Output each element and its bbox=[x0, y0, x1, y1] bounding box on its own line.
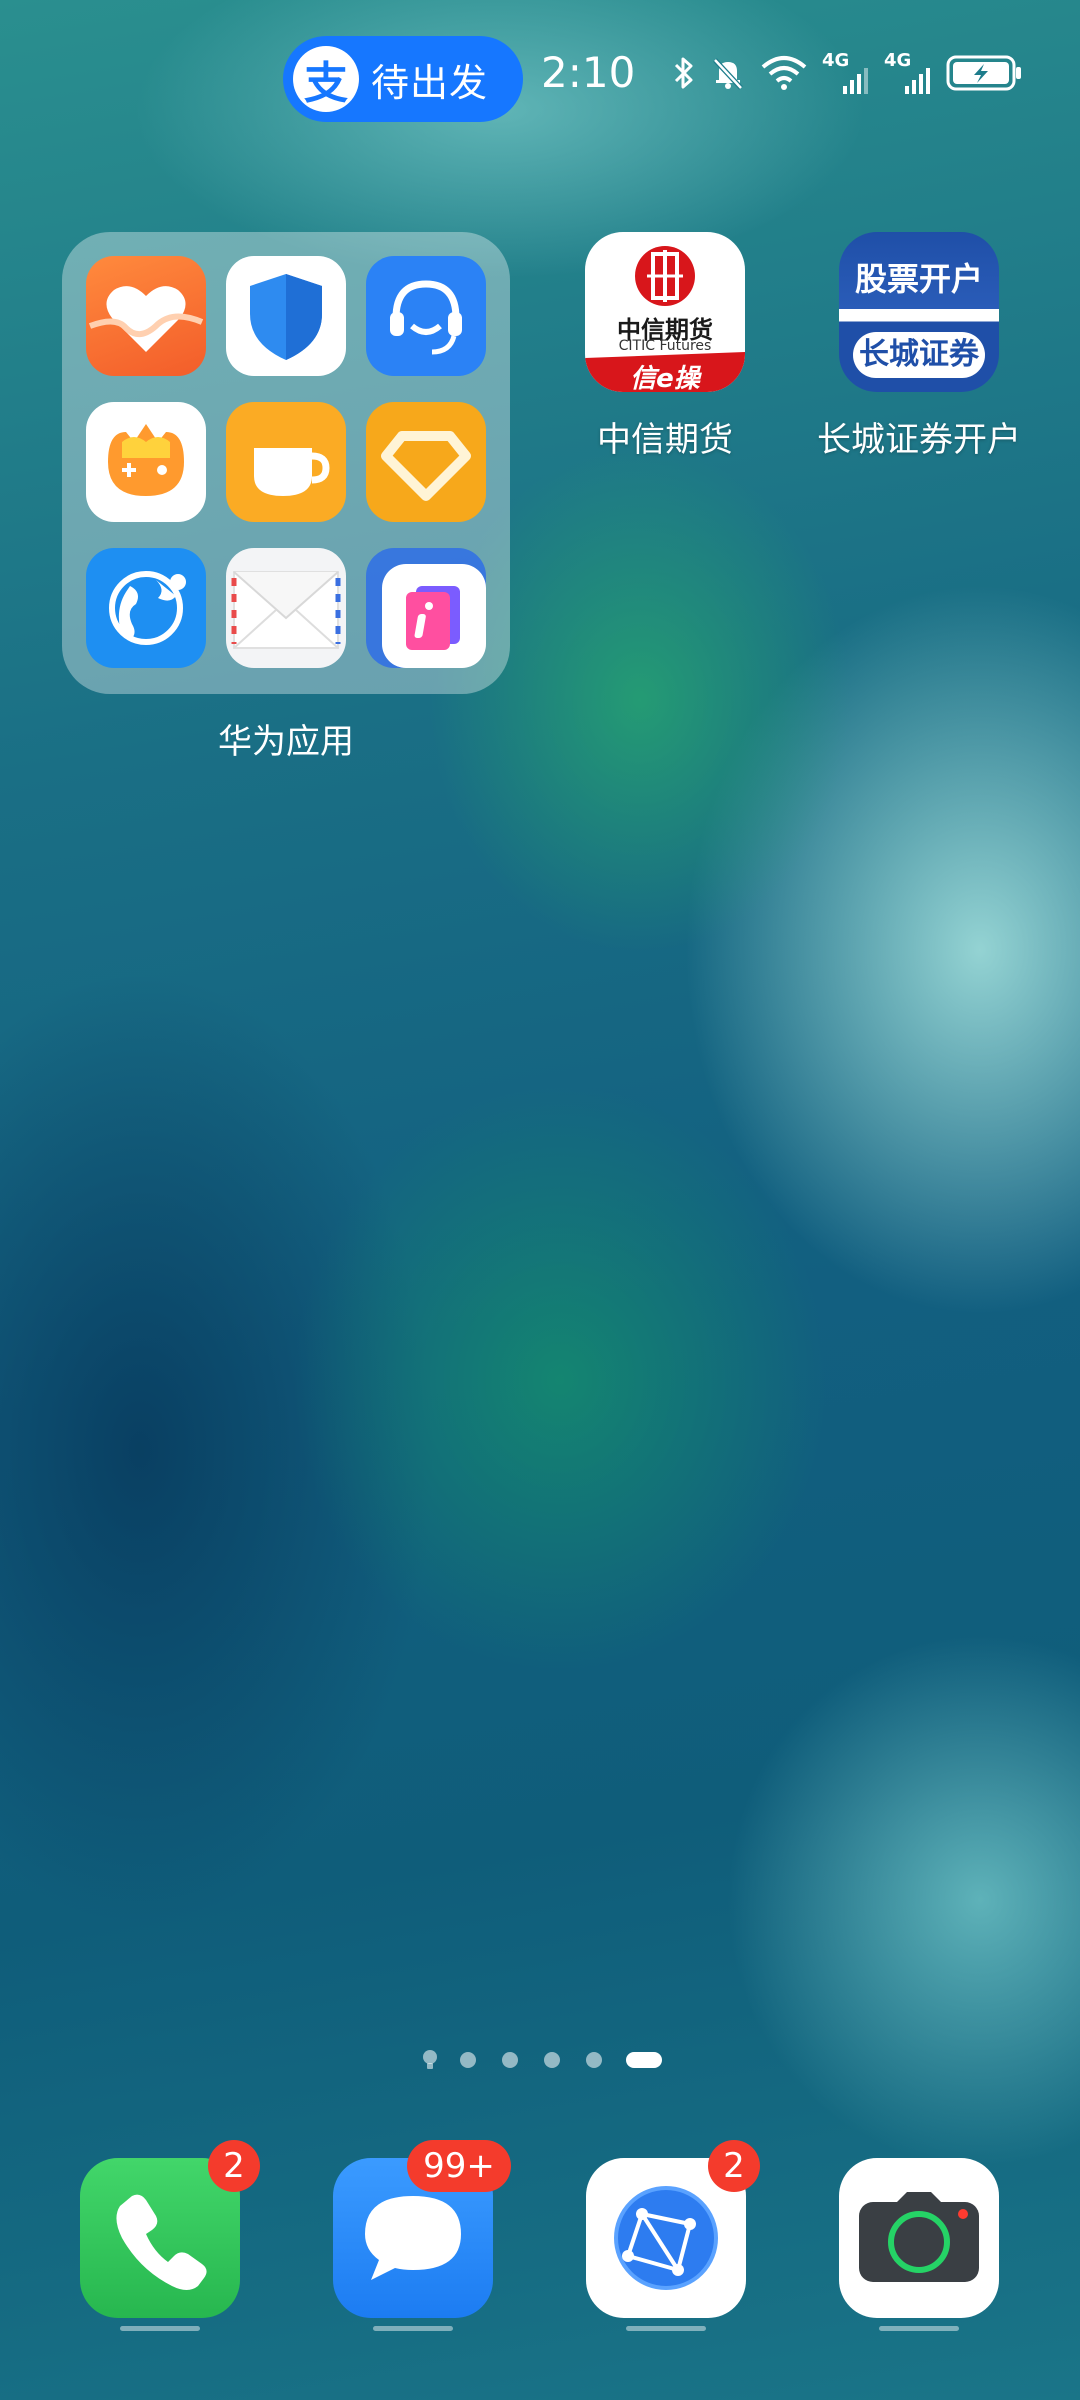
dock-indicator bbox=[626, 2326, 706, 2331]
alipay-live-activity-pill[interactable]: 支 待出发 bbox=[283, 36, 523, 122]
page-dot-home-icon[interactable] bbox=[421, 2048, 439, 2072]
network-2: 4G bbox=[884, 50, 932, 96]
customer-service-icon[interactable] bbox=[366, 256, 486, 376]
app-label: 长城证券开户 bbox=[817, 420, 1021, 460]
app-great-wall-securities[interactable]: 股票开户 长城证券 长城证券开户 bbox=[817, 232, 1021, 461]
page-indicator[interactable] bbox=[0, 2048, 1080, 2072]
citic-futures-icon: 中信期货 CITIC Futures 信e操 bbox=[585, 232, 745, 392]
notification-badge: 2 bbox=[708, 2140, 760, 2192]
notification-badge: 2 bbox=[208, 2140, 260, 2192]
status-bar: 支 待出发 2:10 4G 4G bbox=[0, 0, 1080, 150]
battery-charging-icon bbox=[946, 55, 1021, 91]
health-icon[interactable] bbox=[86, 256, 206, 376]
pill-status-text: 待出发 bbox=[371, 60, 489, 105]
mute-bell-icon bbox=[713, 58, 743, 90]
citic-icon-tagline: 信e操 bbox=[630, 364, 700, 392]
signal-icon bbox=[843, 68, 868, 94]
page-dot[interactable] bbox=[544, 2052, 560, 2068]
dock-indicator bbox=[120, 2326, 200, 2331]
great-wall-icon-bottom: 长城证券 bbox=[853, 332, 985, 378]
alipay-icon: 支 bbox=[293, 46, 359, 112]
dock-messages-app[interactable]: 99+ bbox=[333, 2140, 511, 2318]
bluetooth-icon bbox=[674, 57, 693, 89]
network-1: 4G bbox=[822, 50, 870, 96]
dock-browser-app[interactable]: 2 bbox=[586, 2140, 760, 2318]
citic-icon-subtitle: CITIC Futures bbox=[618, 338, 712, 354]
wifi-icon bbox=[761, 56, 807, 90]
page-dot[interactable] bbox=[460, 2052, 476, 2068]
great-wall-icon-top: 股票开户 bbox=[854, 260, 983, 298]
page-dot-active[interactable] bbox=[626, 2052, 662, 2068]
status-clock: 2:10 bbox=[541, 48, 636, 97]
app-label: 中信期货 bbox=[597, 420, 733, 460]
browser-globe-icon[interactable] bbox=[86, 548, 206, 668]
phone-manager-icon[interactable] bbox=[226, 256, 346, 376]
great-wall-securities-icon: 股票开户 长城证券 bbox=[839, 232, 999, 392]
page-dot[interactable] bbox=[502, 2052, 518, 2068]
system-icons: 4G 4G bbox=[672, 50, 1024, 96]
app-folder-huawei[interactable] bbox=[62, 232, 510, 694]
coffee-app-icon[interactable] bbox=[226, 402, 346, 522]
huawei-store-icon[interactable] bbox=[366, 402, 486, 522]
page-dot[interactable] bbox=[586, 2052, 602, 2068]
folder-label: 华为应用 bbox=[218, 722, 354, 762]
tips-icon[interactable] bbox=[366, 548, 486, 668]
dock-camera-app[interactable] bbox=[839, 2158, 999, 2318]
dock-indicator bbox=[879, 2326, 959, 2331]
app-citic-futures[interactable]: 中信期货 CITIC Futures 信e操 中信期货 bbox=[585, 232, 745, 461]
signal-icon bbox=[905, 68, 930, 94]
notification-badge: 99+ bbox=[407, 2140, 511, 2192]
email-icon[interactable] bbox=[226, 548, 346, 668]
dock-phone-app[interactable]: 2 bbox=[80, 2140, 260, 2318]
camera-icon bbox=[859, 2192, 979, 2282]
dock-indicator bbox=[373, 2326, 453, 2331]
game-center-icon[interactable] bbox=[86, 402, 206, 522]
